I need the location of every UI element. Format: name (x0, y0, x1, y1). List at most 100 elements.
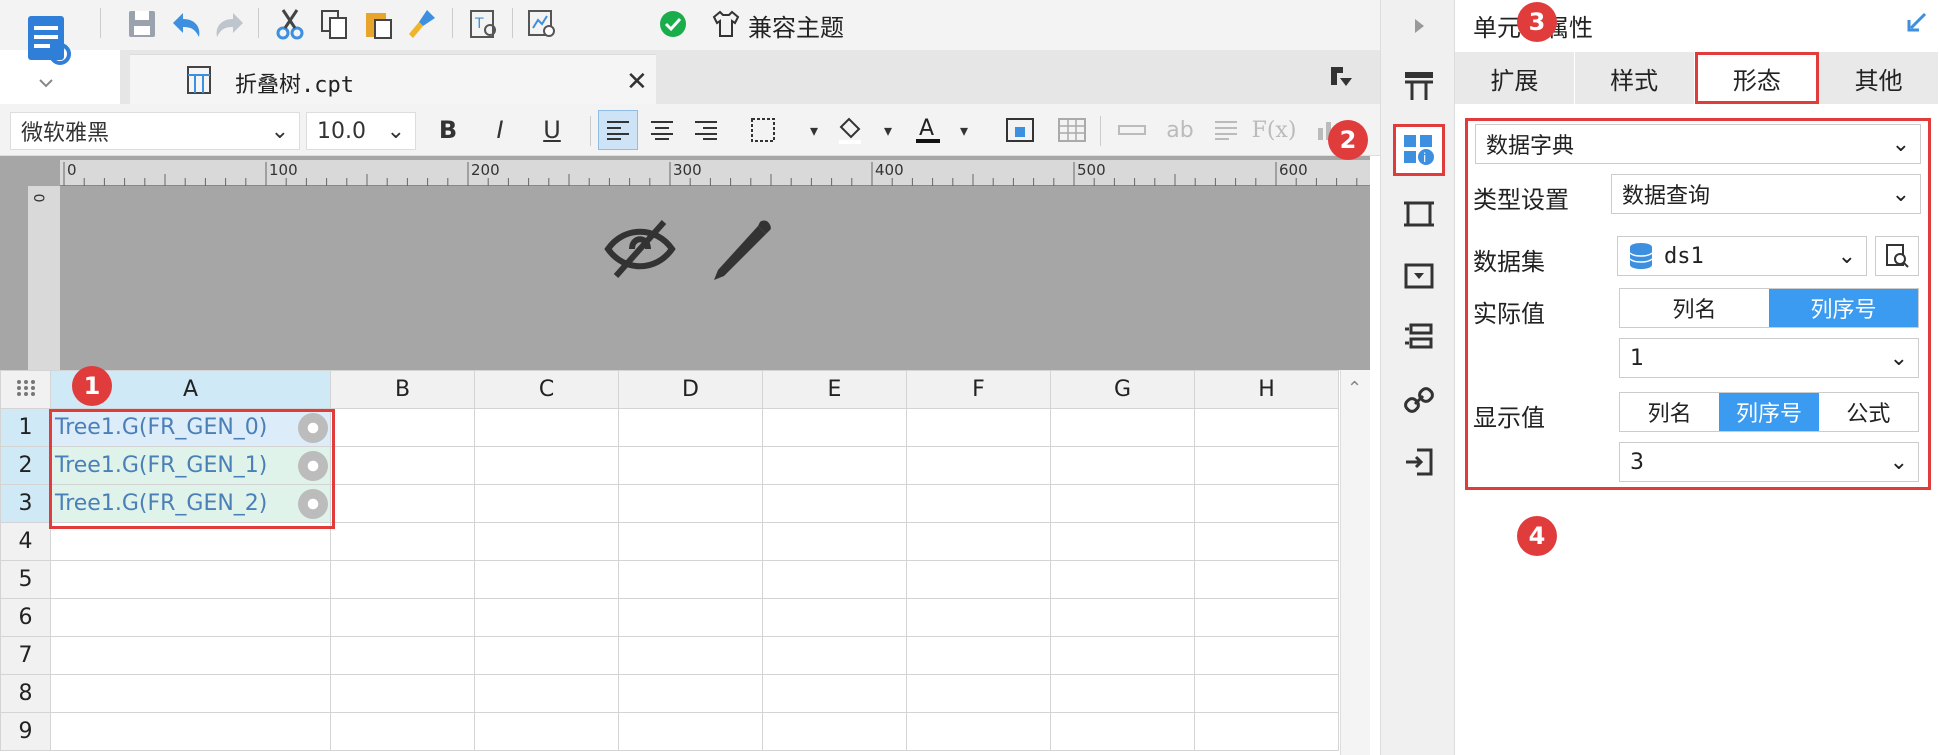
widget-type-select[interactable]: 数据字典 ⌄ (1475, 124, 1921, 164)
display-value-option-formula[interactable]: 公式 (1818, 393, 1918, 431)
cell[interactable] (330, 446, 475, 485)
cell[interactable] (906, 408, 1051, 447)
cell[interactable] (1194, 712, 1339, 751)
cell[interactable] (1050, 560, 1195, 599)
cell[interactable] (330, 636, 475, 675)
cell[interactable] (330, 522, 475, 561)
cell[interactable] (762, 522, 907, 561)
cell[interactable] (1194, 598, 1339, 637)
cell[interactable] (474, 598, 619, 637)
cell[interactable] (906, 598, 1051, 637)
copy-icon[interactable] (314, 4, 354, 44)
cell[interactable] (50, 674, 331, 713)
paragraph-icon[interactable] (1206, 110, 1246, 150)
cell[interactable] (330, 408, 475, 447)
cell[interactable] (474, 636, 619, 675)
cell[interactable] (762, 560, 907, 599)
chevron-down-icon[interactable]: ▾ (944, 110, 984, 150)
hyperlink-icon[interactable] (1393, 374, 1445, 426)
theme-shirt-icon[interactable] (706, 4, 746, 44)
cell[interactable] (330, 598, 475, 637)
font-family-select[interactable]: 微软雅黑 ⌄ (10, 112, 300, 150)
cell[interactable] (906, 446, 1051, 485)
row-header[interactable]: 5 (0, 560, 51, 599)
column-header[interactable]: C (474, 370, 619, 409)
chart-preview-icon[interactable] (522, 4, 562, 44)
hide-eye-icon[interactable] (602, 216, 678, 286)
cell[interactable] (618, 636, 763, 675)
cell[interactable] (474, 522, 619, 561)
column-header[interactable]: F (906, 370, 1051, 409)
scroll-up-icon[interactable]: ⌃ (1347, 378, 1362, 399)
cell[interactable] (618, 446, 763, 485)
cell[interactable] (330, 560, 475, 599)
frame-icon[interactable] (1393, 188, 1445, 240)
cell[interactable] (50, 560, 331, 599)
cell[interactable] (474, 674, 619, 713)
cell[interactable] (618, 484, 763, 523)
cell[interactable] (762, 484, 907, 523)
cell[interactable] (618, 598, 763, 637)
align-center-icon[interactable] (642, 110, 682, 150)
cell[interactable] (1050, 712, 1195, 751)
cell[interactable] (1050, 408, 1195, 447)
document-tab[interactable]: 折叠树.cpt ✕ (130, 54, 656, 104)
dataset-preview-button[interactable] (1875, 236, 1919, 276)
row-header[interactable]: 1 (0, 408, 51, 447)
display-value-index-select[interactable]: 3 ⌄ (1619, 442, 1919, 482)
cell[interactable] (474, 408, 619, 447)
text-search-icon[interactable]: T (464, 4, 504, 44)
dataset-select[interactable]: ds1 ⌄ (1617, 236, 1867, 276)
cell[interactable] (330, 484, 475, 523)
text-ab-icon[interactable]: ab (1160, 110, 1200, 150)
cell[interactable] (330, 712, 475, 751)
cell[interactable] (1050, 446, 1195, 485)
cell[interactable] (762, 674, 907, 713)
cell[interactable] (330, 674, 475, 713)
close-tab-icon[interactable]: ✕ (626, 67, 648, 97)
cell[interactable] (762, 636, 907, 675)
chevron-down-icon[interactable]: ▾ (868, 110, 908, 150)
cell-attribute-icon[interactable]: i (1393, 124, 1445, 176)
cell[interactable] (906, 560, 1051, 599)
tab-expand[interactable]: 扩展 (1455, 52, 1575, 104)
cell[interactable] (1050, 484, 1195, 523)
column-header[interactable]: B (330, 370, 475, 409)
italic-icon[interactable]: I (480, 110, 520, 150)
cell[interactable] (50, 712, 331, 751)
check-ok-icon[interactable] (653, 4, 693, 44)
cell[interactable] (1194, 522, 1339, 561)
cell-element-icon[interactable] (1393, 60, 1445, 112)
format-brush-icon[interactable] (402, 4, 442, 44)
row-header[interactable]: 9 (0, 712, 51, 751)
cell[interactable] (1050, 674, 1195, 713)
font-color-icon[interactable]: A (908, 110, 948, 150)
tab-form[interactable]: 形态 (1694, 52, 1820, 104)
cell[interactable] (618, 712, 763, 751)
actual-value-index-select[interactable]: 1 ⌄ (1619, 338, 1919, 378)
column-header[interactable]: G (1050, 370, 1195, 409)
tab-style[interactable]: 样式 (1575, 52, 1695, 104)
table-grid-icon[interactable] (1052, 110, 1092, 150)
column-header[interactable]: H (1194, 370, 1339, 409)
align-right-icon[interactable] (686, 110, 726, 150)
collapse-panel-icon[interactable] (1328, 64, 1354, 92)
cell[interactable] (762, 712, 907, 751)
font-size-select[interactable]: 10.0 ⌄ (306, 112, 416, 150)
display-value-option-colindex[interactable]: 列序号 (1719, 393, 1819, 431)
paste-icon[interactable] (358, 4, 398, 44)
underline-icon[interactable]: U (532, 110, 572, 150)
cell[interactable] (906, 636, 1051, 675)
cell[interactable] (1050, 522, 1195, 561)
cell[interactable] (1194, 408, 1339, 447)
column-header[interactable]: E (762, 370, 907, 409)
cell[interactable] (906, 674, 1051, 713)
type-setting-select[interactable]: 数据查询 ⌄ (1611, 174, 1921, 214)
row-header[interactable]: 3 (0, 484, 51, 523)
cell[interactable] (1194, 484, 1339, 523)
cell[interactable] (1194, 636, 1339, 675)
collapse-arrow-icon[interactable] (1393, 0, 1445, 52)
formula-icon[interactable]: F(x) (1252, 110, 1297, 150)
save-icon[interactable] (122, 4, 162, 44)
cell[interactable] (474, 560, 619, 599)
